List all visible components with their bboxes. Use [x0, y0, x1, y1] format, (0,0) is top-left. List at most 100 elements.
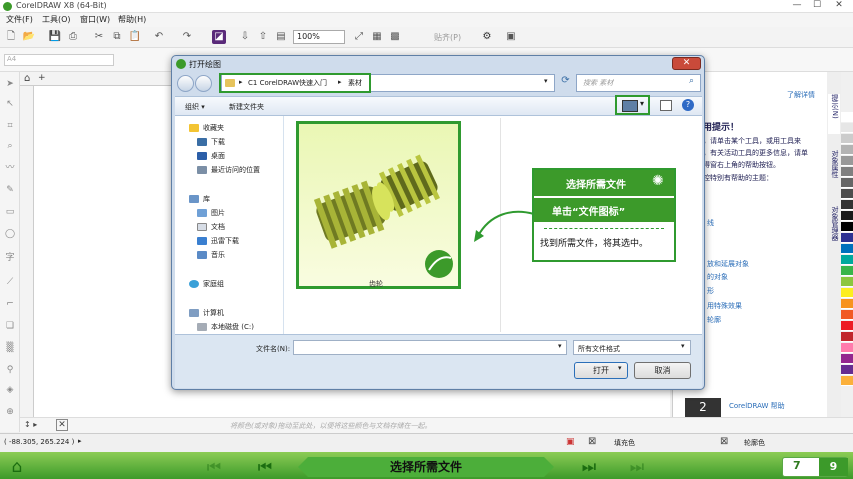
first-page-icon[interactable]: ⏮ — [204, 457, 224, 477]
color-swatch[interactable] — [841, 244, 853, 254]
nav-homegroup[interactable]: 家庭组 — [189, 279, 224, 289]
new-document-icon[interactable]: 🗋 — [4, 30, 18, 44]
menu-file[interactable]: 文件(F) — [6, 14, 33, 25]
last-page-icon[interactable]: ⏭ — [627, 457, 647, 477]
docker-topic-link[interactable]: 形 — [707, 286, 714, 296]
color-swatch[interactable] — [841, 178, 853, 188]
search-input[interactable]: 搜索 素材 — [576, 74, 701, 92]
app-launcher-icon[interactable]: ▣ — [504, 30, 518, 44]
status-arrow-icon[interactable]: ▸ — [78, 437, 82, 445]
zoom-level-select[interactable]: 100% — [293, 30, 345, 44]
color-swatch[interactable] — [841, 255, 853, 265]
text-tool-icon[interactable]: 字 — [4, 252, 16, 264]
color-swatch[interactable] — [841, 277, 853, 287]
home-icon[interactable]: ⌂ — [6, 457, 28, 477]
color-swatch[interactable] — [841, 222, 853, 232]
nav-documents[interactable]: 文档 — [197, 222, 225, 232]
color-swatch[interactable] — [841, 299, 853, 309]
docker-topic-link[interactable]: 线 — [707, 218, 714, 228]
tab-object-properties[interactable]: 对象属性 — [828, 150, 840, 200]
save-icon[interactable]: 💾 — [48, 30, 62, 44]
color-swatch[interactable] — [841, 167, 853, 177]
tab-object-manager[interactable]: 对象管理器 — [828, 206, 840, 266]
color-swatch[interactable] — [841, 145, 853, 155]
open-icon[interactable]: 📂 — [22, 30, 36, 44]
cancel-button[interactable]: 取消 — [634, 362, 691, 379]
undo-icon[interactable]: ↶ — [152, 30, 166, 44]
add-page-icon[interactable]: + — [38, 73, 46, 83]
rulers-icon[interactable]: ▦ — [370, 30, 384, 44]
nav-libraries[interactable]: 库 — [189, 194, 210, 204]
crop-tool-icon[interactable]: ⌗ — [4, 120, 16, 132]
color-swatch[interactable] — [841, 266, 853, 276]
open-dropdown-icon[interactable]: ▾ — [618, 364, 622, 372]
address-dropdown-icon[interactable]: ▾ — [544, 77, 548, 85]
artistic-media-icon[interactable]: ✎ — [4, 184, 16, 196]
outline-pen-icon[interactable]: ⊠ — [720, 436, 728, 447]
next-page-icon[interactable]: ⏭ — [579, 457, 599, 477]
back-nav-button[interactable] — [177, 75, 194, 92]
next-page-number[interactable]: 9 — [819, 458, 848, 476]
color-swatch[interactable] — [841, 123, 853, 133]
file-item[interactable]: 齿轮 — [296, 121, 461, 289]
fill-icon[interactable]: ▣ — [566, 437, 575, 447]
filename-dropdown-icon[interactable]: ▾ — [558, 342, 562, 350]
color-swatch[interactable] — [841, 288, 853, 298]
color-swatch[interactable] — [841, 332, 853, 342]
grid-icon[interactable]: ▩ — [388, 30, 402, 44]
close-button[interactable]: ✕ — [829, 0, 849, 13]
nav-pictures[interactable]: 图片 — [197, 208, 225, 218]
filename-input[interactable] — [293, 340, 567, 355]
nav-recent[interactable]: 最近访问的位置 — [197, 165, 260, 175]
docker-topic-link[interactable]: 的对象 — [707, 272, 728, 282]
color-swatch[interactable] — [841, 321, 853, 331]
zoom-tool-icon[interactable]: ⌕ — [4, 140, 16, 152]
cut-icon[interactable]: ✂ — [92, 30, 106, 44]
color-swatch[interactable] — [841, 354, 853, 364]
redo-icon[interactable]: ↷ — [180, 30, 194, 44]
ellipse-tool-icon[interactable]: ◯ — [4, 228, 16, 240]
color-swatch[interactable] — [841, 112, 853, 122]
prev-page-icon[interactable]: ⏮ — [255, 457, 275, 477]
color-swatch[interactable] — [841, 134, 853, 144]
organize-button[interactable]: 组织 ▾ — [185, 102, 205, 112]
preview-pane-icon[interactable] — [660, 100, 672, 111]
parallel-dimension-icon[interactable]: ⟋ — [4, 276, 16, 288]
color-swatch[interactable] — [841, 343, 853, 353]
tab-hints[interactable]: 提示(N) — [828, 94, 840, 134]
color-swatch[interactable] — [841, 376, 853, 386]
export-icon[interactable]: ⇧ — [256, 30, 270, 44]
freehand-tool-icon[interactable]: 〰 — [4, 162, 16, 174]
connector-tool-icon[interactable]: ⌐ — [4, 298, 16, 310]
color-swatch[interactable] — [841, 211, 853, 221]
color-swatch[interactable] — [841, 189, 853, 199]
dialog-close-button[interactable]: ✕ — [672, 57, 701, 70]
nav-drive-c[interactable]: 本地磁盘 (C:) — [197, 322, 254, 332]
fill-bucket-icon[interactable]: ⊠ — [588, 436, 596, 447]
filetype-select[interactable]: 所有文件格式 — [573, 340, 691, 355]
learn-more-link[interactable]: 了解详情 — [787, 91, 823, 100]
page-nav-arrows[interactable]: ↕ ▸ — [24, 420, 37, 429]
paste-icon[interactable]: 📋 — [128, 30, 142, 44]
color-swatch[interactable] — [841, 310, 853, 320]
color-swatch[interactable] — [841, 156, 853, 166]
new-folder-button[interactable]: 新建文件夹 — [229, 102, 264, 112]
eyedropper-icon[interactable]: ⚲ — [4, 364, 16, 376]
minimize-button[interactable]: — — [787, 0, 807, 13]
menu-window[interactable]: 窗口(W) — [80, 14, 110, 25]
snap-to-label[interactable]: 贴齐(P) — [434, 32, 461, 43]
nav-computer[interactable]: 计算机 — [189, 308, 224, 318]
color-swatch[interactable] — [841, 365, 853, 375]
filetype-dropdown-icon[interactable]: ▾ — [681, 342, 685, 350]
nav-xunlei[interactable]: 迅雷下载 — [197, 236, 239, 246]
pick-tool-icon[interactable]: ➤ — [4, 78, 16, 90]
coreldraw-help-link[interactable]: CorelDRAW 帮助 — [729, 401, 785, 411]
refresh-icon[interactable]: ⟳ — [558, 75, 573, 91]
full-screen-icon[interactable]: ⤢ — [352, 30, 366, 44]
nav-desktop[interactable]: 桌面 — [197, 151, 225, 161]
print-icon[interactable]: ⎙ — [66, 30, 80, 44]
no-color-swatch-icon[interactable]: ✕ — [56, 419, 68, 431]
interactive-fill-icon[interactable]: ◈ — [4, 384, 16, 396]
docker-topic-link[interactable]: 放和延展对象 — [707, 259, 749, 269]
drop-shadow-icon[interactable]: ❏ — [4, 320, 16, 332]
